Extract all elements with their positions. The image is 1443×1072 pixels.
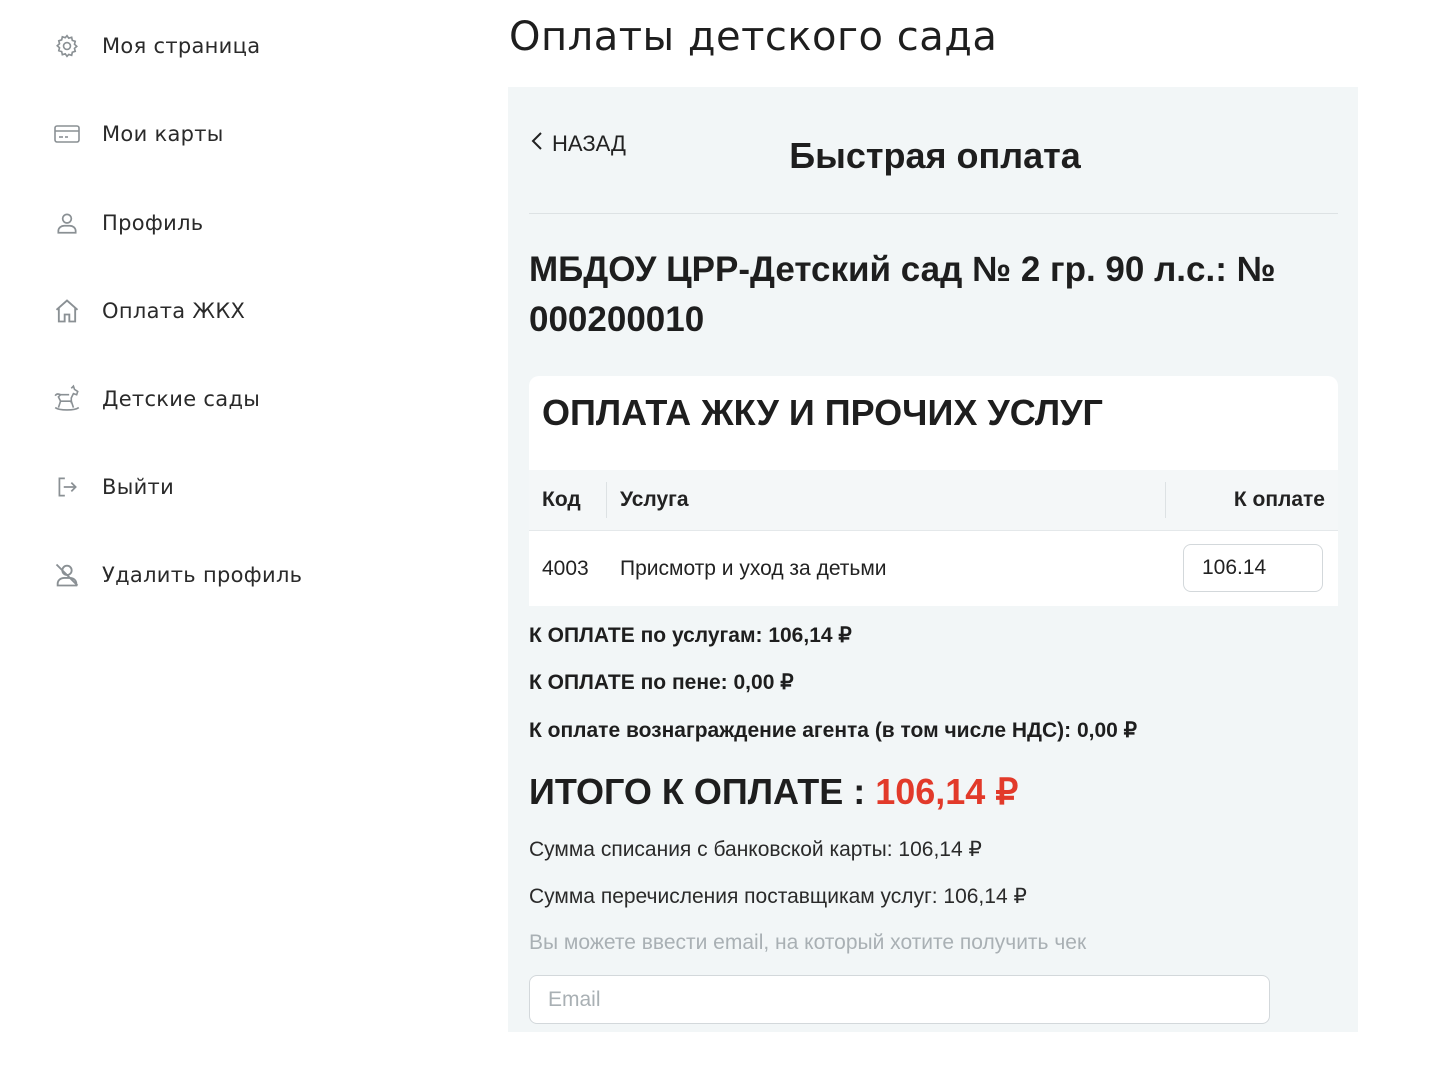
penalty-due: К ОПЛАТЕ по пене: 0,00 ₽: [529, 671, 794, 694]
sidebar-item-label: Удалить профиль: [102, 563, 303, 587]
sidebar-item-my-page[interactable]: Моя страница: [52, 26, 260, 66]
agent-fee-due: К оплате вознаграждение агента (в том чи…: [529, 719, 1138, 742]
quick-payment-panel: НАЗАД Быстрая оплата МБДОУ ЦРР-Детский с…: [508, 87, 1358, 1032]
organization-title: МБДОУ ЦРР-Детский сад № 2 гр. 90 л.с.: №…: [529, 250, 1276, 339]
sidebar-item-utilities[interactable]: Оплата ЖКХ: [52, 291, 245, 331]
total-amount: 106,14 ₽: [875, 771, 1019, 812]
row-code: 4003: [542, 556, 589, 580]
gear-icon: [52, 31, 82, 61]
column-separator: [1165, 482, 1166, 518]
card-title: ОПЛАТА ЖКУ И ПРОЧИХ УСЛУГ: [542, 392, 1103, 433]
divider: [529, 213, 1338, 214]
user-icon: [52, 208, 82, 238]
total-label: ИТОГО К ОПЛАТЕ :: [529, 771, 876, 812]
sidebar-item-my-cards[interactable]: Мои карты: [52, 114, 224, 154]
services-card: ОПЛАТА ЖКУ И ПРОЧИХ УСЛУГ Код Услуга К о…: [529, 376, 1338, 606]
column-header-code: Код: [542, 488, 581, 511]
sidebar-item-profile[interactable]: Профиль: [52, 203, 203, 243]
column-separator: [606, 482, 607, 518]
page-title: Оплаты детского сада: [509, 14, 998, 60]
sidebar-item-label: Моя страница: [102, 34, 261, 58]
house-icon: [52, 296, 82, 326]
rocking-horse-icon: [52, 384, 82, 414]
sidebar-item-label: Выйти: [102, 475, 175, 499]
card-debit-amount: Сумма списания с банковской карты: 106,1…: [529, 838, 982, 861]
amount-input[interactable]: [1183, 544, 1323, 592]
column-header-amount: К оплате: [1233, 488, 1325, 511]
sidebar-item-label: Детские сады: [102, 387, 261, 411]
quick-payment-title: Быстрая оплата: [789, 135, 1081, 176]
column-header-service: Услуга: [620, 488, 689, 511]
sidebar-item-label: Мои карты: [102, 122, 224, 146]
delete-user-icon: [52, 560, 82, 590]
sidebar-item-label: Профиль: [102, 211, 204, 235]
sidebar-item-kindergartens[interactable]: Детские сады: [52, 379, 260, 419]
logout-icon: [52, 472, 82, 502]
table-row: 4003 Присмотр и уход за детьми: [529, 531, 1338, 606]
sidebar-item-delete-profile[interactable]: Удалить профиль: [52, 555, 302, 595]
provider-transfer-amount: Сумма перечисления поставщикам услуг: 10…: [529, 885, 1027, 908]
sidebar-item-label: Оплата ЖКХ: [102, 299, 246, 323]
table-header: Код Услуга К оплате: [529, 470, 1338, 531]
email-hint: Вы можете ввести email, на который хотит…: [529, 931, 1087, 954]
card-icon: [52, 119, 82, 149]
services-due: К ОПЛАТЕ по услугам: 106,14 ₽: [529, 624, 852, 647]
total-due: ИТОГО К ОПЛАТЕ : 106,14 ₽: [529, 771, 1018, 813]
email-input[interactable]: [529, 975, 1270, 1024]
sidebar-item-logout[interactable]: Выйти: [52, 467, 174, 507]
row-service: Присмотр и уход за детьми: [620, 556, 887, 580]
